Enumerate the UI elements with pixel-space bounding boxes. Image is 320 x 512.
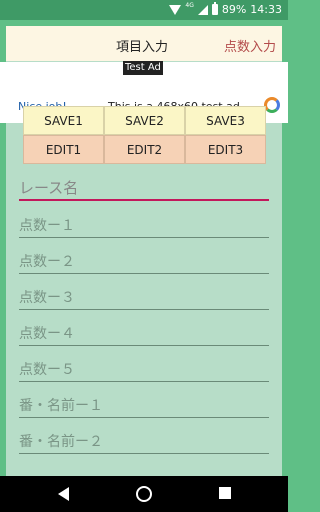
network-type: 4G bbox=[185, 2, 194, 9]
score-5-field[interactable]: 点数ー５ bbox=[19, 359, 269, 382]
tab-score-input[interactable]: 点数入力 bbox=[224, 36, 276, 55]
save-edit-grid: SAVE1 SAVE2 SAVE3 EDIT1 EDIT2 EDIT3 bbox=[23, 106, 266, 164]
battery-level: 89% bbox=[221, 3, 247, 16]
signal-icon bbox=[197, 4, 208, 15]
race-name-field[interactable]: レース名 bbox=[19, 177, 269, 201]
status-bar: 4G 89% 14:33 bbox=[0, 0, 288, 20]
tab-bar: 項目入力 点数入力 bbox=[6, 26, 282, 61]
navigation-bar bbox=[0, 476, 288, 512]
save2-button[interactable]: SAVE2 bbox=[104, 106, 185, 135]
tab-item-input[interactable]: 項目入力 bbox=[116, 36, 168, 55]
save1-button[interactable]: SAVE1 bbox=[23, 106, 104, 135]
edit3-button[interactable]: EDIT3 bbox=[185, 135, 266, 164]
ad-logo-icon bbox=[264, 97, 280, 113]
score-2-field[interactable]: 点数ー２ bbox=[19, 251, 269, 274]
score-3-field[interactable]: 点数ー３ bbox=[19, 287, 269, 310]
clock: 14:33 bbox=[250, 3, 282, 16]
number-name-2-field[interactable]: 番・名前ー２ bbox=[19, 431, 269, 454]
edit1-button[interactable]: EDIT1 bbox=[23, 135, 104, 164]
back-icon[interactable] bbox=[58, 487, 69, 501]
save3-button[interactable]: SAVE3 bbox=[185, 106, 266, 135]
recent-apps-icon[interactable] bbox=[219, 487, 231, 499]
ad-label: Test Ad bbox=[123, 61, 163, 75]
home-icon[interactable] bbox=[136, 486, 152, 502]
number-name-1-field[interactable]: 番・名前ー１ bbox=[19, 395, 269, 418]
battery-icon bbox=[211, 2, 218, 15]
wifi-icon bbox=[169, 4, 182, 15]
score-1-field[interactable]: 点数ー１ bbox=[19, 215, 269, 238]
edit2-button[interactable]: EDIT2 bbox=[104, 135, 185, 164]
app-content: 項目入力 点数入力 Test Ad Nice job! This is a 46… bbox=[0, 26, 288, 476]
score-4-field[interactable]: 点数ー４ bbox=[19, 323, 269, 346]
